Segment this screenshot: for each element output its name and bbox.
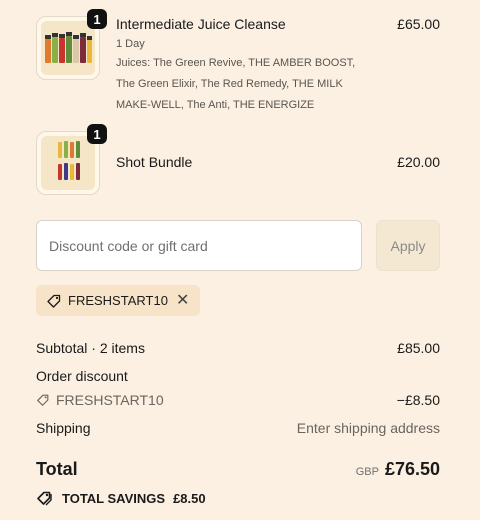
- currency-code: GBP: [355, 466, 379, 478]
- shot-bottles-image: [41, 136, 95, 190]
- savings-label: TOTAL SAVINGS: [62, 490, 166, 506]
- total-savings: TOTAL SAVINGS £8.50: [36, 490, 206, 506]
- item-name: Shot Bundle: [116, 154, 193, 170]
- discount-code-label: FRESHSTART10: [56, 392, 164, 408]
- item-variant: 1 Day: [116, 38, 145, 50]
- product-thumbnail: 1: [36, 124, 107, 195]
- applied-discount-tag: FRESHSTART10 ✕: [36, 285, 200, 316]
- total-value: £76.50: [384, 459, 440, 479]
- applied-discount-code: FRESHSTART10: [68, 293, 168, 308]
- apply-discount-button[interactable]: Apply: [376, 220, 440, 271]
- remove-discount-icon[interactable]: ✕: [176, 292, 189, 309]
- item-description: Juices: The Green Revive, THE AMBER BOOS…: [116, 57, 356, 111]
- shipping-label: Shipping: [36, 420, 91, 436]
- subtotal-value: £85.00: [397, 340, 440, 356]
- shipping-row: Shipping Enter shipping address: [36, 420, 440, 436]
- item-price: £65.00: [397, 16, 440, 32]
- discount-value: −£8.50: [396, 392, 440, 408]
- quantity-badge: 1: [87, 9, 107, 29]
- tag-icon: [37, 394, 49, 406]
- subtotal-label: Subtotal · 2 items: [36, 340, 145, 356]
- product-thumbnail: 1: [36, 9, 107, 80]
- quantity-badge: 1: [87, 124, 107, 144]
- item-name: Intermediate Juice Cleanse: [116, 16, 286, 32]
- line-item: 1 Shot Bundle £20.00: [36, 124, 440, 197]
- total-label: Total: [36, 459, 78, 479]
- tag-icon: [47, 294, 61, 308]
- line-item: 1 Intermediate Juice Cleanse £65.00 1 Da…: [36, 9, 440, 116]
- savings-value: £8.50: [173, 490, 206, 506]
- subtotal-row: Subtotal · 2 items £85.00: [36, 340, 440, 356]
- discount-code-input[interactable]: [36, 220, 362, 271]
- item-price: £20.00: [397, 154, 440, 170]
- total-row: Total GBP £76.50: [36, 459, 440, 480]
- shipping-value: Enter shipping address: [296, 420, 440, 436]
- discount-code-row: FRESHSTART10 −£8.50: [36, 392, 440, 410]
- order-discount-row: Order discount: [36, 368, 440, 384]
- savings-tag-icon: [37, 491, 52, 506]
- order-discount-label: Order discount: [36, 368, 128, 384]
- juice-bottles-image: [41, 21, 95, 75]
